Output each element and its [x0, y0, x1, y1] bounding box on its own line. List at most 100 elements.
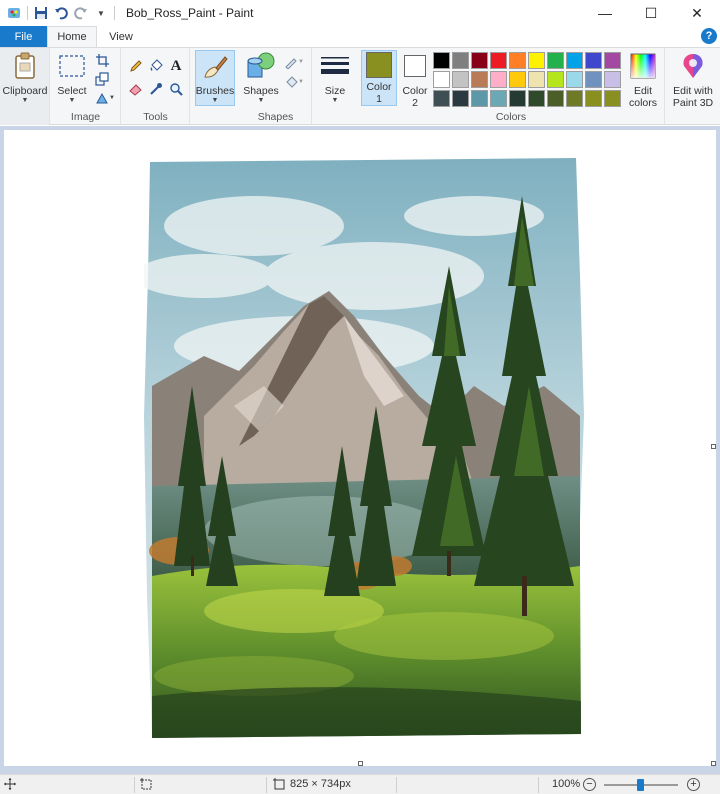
chevron-down-icon: ▼	[68, 97, 76, 104]
select-icon	[56, 50, 88, 82]
resize-handle-right[interactable]	[711, 444, 716, 449]
zoom-slider-thumb[interactable]	[637, 779, 644, 791]
save-icon[interactable]	[31, 3, 51, 23]
palette-swatch[interactable]	[604, 71, 621, 88]
eraser-icon[interactable]	[128, 81, 144, 97]
shapes-button[interactable]: Shapes ▼	[242, 50, 280, 105]
palette-swatch[interactable]	[547, 71, 564, 88]
rotate-icon[interactable]: ▼	[94, 90, 116, 106]
palette-swatch[interactable]	[452, 71, 469, 88]
tools-group: A Tools	[122, 48, 190, 125]
palette-swatch[interactable]	[528, 90, 545, 107]
colors-group-label: Colors	[495, 111, 527, 123]
palette-swatch[interactable]	[566, 52, 583, 69]
undo-icon[interactable]	[51, 3, 71, 23]
tab-view[interactable]: View	[97, 26, 145, 47]
text-tool-icon[interactable]: A	[168, 58, 184, 74]
palette-swatch[interactable]	[547, 90, 564, 107]
quick-access-toolbar: ▼	[0, 0, 118, 26]
color-picker-icon[interactable]	[148, 81, 164, 97]
chevron-down-icon: ▼	[257, 97, 265, 104]
chevron-down-icon: ▼	[21, 97, 29, 104]
tools-group-label: Tools	[143, 111, 168, 123]
status-bar: 825 × 734px 100% − +	[0, 774, 720, 794]
tab-home[interactable]: Home	[47, 26, 97, 47]
drawing-canvas[interactable]	[4, 130, 716, 766]
resize-handle-corner[interactable]	[711, 761, 716, 766]
zoom-out-button[interactable]: −	[583, 778, 596, 791]
palette-swatch[interactable]	[490, 90, 507, 107]
edit-colors-button[interactable]: Edit colors	[624, 50, 662, 109]
select-button[interactable]: Select ▼	[55, 50, 89, 105]
size-button[interactable]: Size ▼	[317, 50, 353, 105]
palette-swatch[interactable]	[452, 90, 469, 107]
resize-icon[interactable]	[94, 71, 110, 87]
color2-button[interactable]: Color 2	[398, 50, 432, 109]
chevron-down-icon: ▼	[211, 97, 219, 104]
magnifier-icon[interactable]	[168, 81, 184, 97]
size-label: Size	[324, 85, 346, 97]
palette-swatch[interactable]	[452, 52, 469, 69]
palette-swatch[interactable]	[509, 71, 526, 88]
selection-size-icon	[140, 778, 152, 790]
edit-with-paint3d-button[interactable]: Edit with Paint 3D	[668, 50, 718, 109]
color-spectrum-icon	[627, 50, 659, 82]
clipboard-button[interactable]: Clipboard ▼	[2, 50, 48, 105]
palette-swatch[interactable]	[585, 52, 602, 69]
image-size-icon	[273, 778, 285, 790]
palette-swatch[interactable]	[433, 71, 450, 88]
color1-label: Color	[366, 81, 392, 93]
select-label: Select	[57, 85, 87, 97]
palette-swatch[interactable]	[509, 52, 526, 69]
palette-swatch[interactable]	[471, 52, 488, 69]
zoom-in-button[interactable]: +	[687, 778, 700, 791]
palette-swatch[interactable]	[528, 52, 545, 69]
ribbon: Clipboard ▼ Select ▼ ▼ Image A Tools Bru…	[0, 47, 720, 125]
palette-swatch[interactable]	[490, 71, 507, 88]
edit-colors-label-2: colors	[628, 97, 657, 109]
palette-swatch[interactable]	[547, 52, 564, 69]
palette-swatch[interactable]	[585, 71, 602, 88]
pencil-icon[interactable]	[128, 58, 144, 74]
crop-icon[interactable]	[94, 52, 110, 68]
palette-swatch[interactable]	[604, 52, 621, 69]
palette-swatch[interactable]	[433, 52, 450, 69]
maximize-button[interactable]: ☐	[628, 0, 674, 26]
palette-swatch[interactable]	[604, 90, 621, 107]
clipboard-icon	[9, 50, 41, 82]
brushes-button[interactable]: Brushes ▼	[195, 50, 235, 106]
painting-image	[144, 156, 584, 740]
zoom-level: 100%	[552, 778, 581, 790]
tab-file[interactable]: File	[0, 26, 47, 47]
color2-swatch	[404, 55, 426, 77]
customize-qat-icon[interactable]: ▼	[91, 3, 111, 23]
palette-swatch[interactable]	[471, 90, 488, 107]
edit-colors-label: Edit	[633, 85, 653, 97]
palette-swatch[interactable]	[509, 90, 526, 107]
paint-app-icon[interactable]	[4, 3, 24, 23]
close-button[interactable]: ✕	[674, 0, 720, 26]
resize-handle-bottom[interactable]	[358, 761, 363, 766]
help-button[interactable]: ?	[701, 28, 717, 44]
image-group: Select ▼ ▼ Image	[51, 48, 121, 125]
palette-swatch[interactable]	[490, 52, 507, 69]
redo-icon[interactable]	[71, 3, 91, 23]
palette-swatch[interactable]	[433, 90, 450, 107]
fill-shape-icon[interactable]: ▼	[282, 74, 306, 90]
color1-button[interactable]: Color 1	[361, 50, 397, 106]
color2-label: Color	[402, 85, 428, 97]
cursor-position-icon	[4, 778, 16, 790]
minimize-button[interactable]: —	[582, 0, 628, 26]
color2-number: 2	[412, 97, 418, 109]
fill-icon[interactable]	[148, 58, 164, 74]
palette-swatch[interactable]	[585, 90, 602, 107]
palette-swatch[interactable]	[566, 71, 583, 88]
palette-swatch[interactable]	[566, 90, 583, 107]
outline-icon[interactable]: ▼	[282, 54, 306, 70]
color1-swatch	[366, 51, 392, 78]
palette-swatch[interactable]	[528, 71, 545, 88]
shapes-label: Shapes	[243, 85, 279, 97]
canvas-workspace[interactable]	[0, 126, 720, 774]
palette-swatch[interactable]	[471, 71, 488, 88]
shapes-icon	[245, 50, 277, 82]
